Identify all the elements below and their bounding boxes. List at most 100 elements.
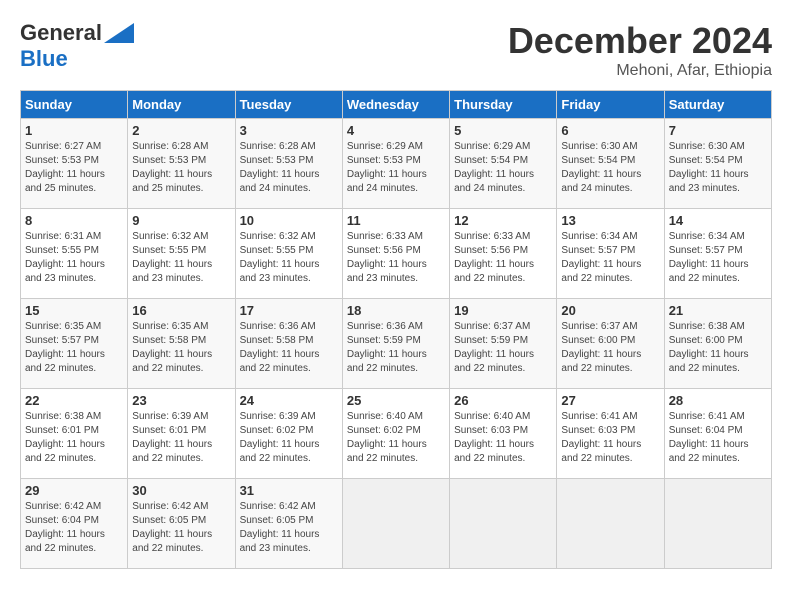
day-number: 6	[561, 123, 659, 138]
day-info: Sunrise: 6:35 AM Sunset: 5:57 PM Dayligh…	[25, 320, 123, 376]
table-row: 28Sunrise: 6:41 AM Sunset: 6:04 PM Dayli…	[664, 389, 771, 479]
day-info: Sunrise: 6:32 AM Sunset: 5:55 PM Dayligh…	[240, 230, 338, 286]
day-number: 31	[240, 483, 338, 498]
day-info: Sunrise: 6:28 AM Sunset: 5:53 PM Dayligh…	[132, 140, 230, 196]
day-info: Sunrise: 6:40 AM Sunset: 6:02 PM Dayligh…	[347, 410, 445, 466]
table-row: 13 Sunrise: 6:34 AM Sunset: 5:57 PM Dayli…	[557, 209, 664, 299]
table-row: 15 Sunrise: 6:35 AM Sunset: 5:57 PM Dayli…	[21, 299, 128, 389]
day-number: 22	[25, 393, 123, 408]
table-row: 3 Sunrise: 6:28 AM Sunset: 5:53 PM Daylig…	[235, 119, 342, 209]
table-row: 9Sunrise: 6:32 AM Sunset: 5:55 PM Daylig…	[128, 209, 235, 299]
day-number: 1	[25, 123, 123, 138]
day-number: 11	[347, 213, 445, 228]
calendar-week-row: 15 Sunrise: 6:35 AM Sunset: 5:57 PM Dayli…	[21, 299, 772, 389]
day-number: 12	[454, 213, 552, 228]
day-info: Sunrise: 6:33 AM Sunset: 5:56 PM Dayligh…	[454, 230, 552, 286]
day-number: 4	[347, 123, 445, 138]
day-info: Sunrise: 6:42 AM Sunset: 6:04 PM Dayligh…	[25, 500, 123, 556]
day-info: Sunrise: 6:40 AM Sunset: 6:03 PM Dayligh…	[454, 410, 552, 466]
day-number: 21	[669, 303, 767, 318]
day-number: 14	[669, 213, 767, 228]
table-row: 23Sunrise: 6:39 AM Sunset: 6:01 PM Dayli…	[128, 389, 235, 479]
table-row: 18Sunrise: 6:36 AM Sunset: 5:59 PM Dayli…	[342, 299, 449, 389]
location-text: Mehoni, Afar, Ethiopia	[508, 62, 772, 80]
day-info: Sunrise: 6:34 AM Sunset: 5:57 PM Dayligh…	[561, 230, 659, 286]
table-row: 25 Sunrise: 6:40 AM Sunset: 6:02 PM Dayli…	[342, 389, 449, 479]
day-number: 24	[240, 393, 338, 408]
day-number: 18	[347, 303, 445, 318]
logo-icon	[104, 23, 134, 43]
day-number: 20	[561, 303, 659, 318]
table-row: 8 Sunrise: 6:31 AM Sunset: 5:55 PM Daylig…	[21, 209, 128, 299]
table-row: 12 Sunrise: 6:33 AM Sunset: 5:56 PM Dayli…	[450, 209, 557, 299]
day-number: 5	[454, 123, 552, 138]
day-number: 28	[669, 393, 767, 408]
day-number: 3	[240, 123, 338, 138]
table-row: 17Sunrise: 6:36 AM Sunset: 5:58 PM Dayli…	[235, 299, 342, 389]
table-row: 19 Sunrise: 6:37 AM Sunset: 5:59 PM Dayli…	[450, 299, 557, 389]
day-info: Sunrise: 6:41 AM Sunset: 6:03 PM Dayligh…	[561, 410, 659, 466]
table-row: 27 Sunrise: 6:41 AM Sunset: 6:03 PM Dayli…	[557, 389, 664, 479]
day-number: 2	[132, 123, 230, 138]
day-info: Sunrise: 6:35 AM Sunset: 5:58 PM Dayligh…	[132, 320, 230, 376]
table-row: 20 Sunrise: 6:37 AM Sunset: 6:00 PM Dayli…	[557, 299, 664, 389]
table-row	[664, 479, 771, 569]
table-row: 5 Sunrise: 6:29 AM Sunset: 5:54 PM Daylig…	[450, 119, 557, 209]
day-info: Sunrise: 6:27 AM Sunset: 5:53 PM Dayligh…	[25, 140, 123, 196]
day-info: Sunrise: 6:30 AM Sunset: 5:54 PM Dayligh…	[669, 140, 767, 196]
day-number: 19	[454, 303, 552, 318]
day-info: Sunrise: 6:39 AM Sunset: 6:01 PM Dayligh…	[132, 410, 230, 466]
col-saturday: Saturday	[664, 91, 771, 119]
day-info: Sunrise: 6:31 AM Sunset: 5:55 PM Dayligh…	[25, 230, 123, 286]
day-number: 13	[561, 213, 659, 228]
day-info: Sunrise: 6:38 AM Sunset: 6:01 PM Dayligh…	[25, 410, 123, 466]
col-monday: Monday	[128, 91, 235, 119]
day-number: 10	[240, 213, 338, 228]
day-number: 30	[132, 483, 230, 498]
day-info: Sunrise: 6:29 AM Sunset: 5:53 PM Dayligh…	[347, 140, 445, 196]
table-row: 26Sunrise: 6:40 AM Sunset: 6:03 PM Dayli…	[450, 389, 557, 479]
day-info: Sunrise: 6:42 AM Sunset: 6:05 PM Dayligh…	[240, 500, 338, 556]
calendar-week-row: 8 Sunrise: 6:31 AM Sunset: 5:55 PM Daylig…	[21, 209, 772, 299]
day-number: 25	[347, 393, 445, 408]
day-number: 27	[561, 393, 659, 408]
day-info: Sunrise: 6:37 AM Sunset: 6:00 PM Dayligh…	[561, 320, 659, 376]
day-info: Sunrise: 6:28 AM Sunset: 5:53 PM Dayligh…	[240, 140, 338, 196]
calendar-week-row: 1 Sunrise: 6:27 AM Sunset: 5:53 PM Daylig…	[21, 119, 772, 209]
table-row: 14 Sunrise: 6:34 AM Sunset: 5:57 PM Dayli…	[664, 209, 771, 299]
table-row: 4 Sunrise: 6:29 AM Sunset: 5:53 PM Daylig…	[342, 119, 449, 209]
day-info: Sunrise: 6:38 AM Sunset: 6:00 PM Dayligh…	[669, 320, 767, 376]
day-info: Sunrise: 6:30 AM Sunset: 5:54 PM Dayligh…	[561, 140, 659, 196]
day-number: 17	[240, 303, 338, 318]
day-info: Sunrise: 6:29 AM Sunset: 5:54 PM Dayligh…	[454, 140, 552, 196]
day-info: Sunrise: 6:34 AM Sunset: 5:57 PM Dayligh…	[669, 230, 767, 286]
day-info: Sunrise: 6:32 AM Sunset: 5:55 PM Dayligh…	[132, 230, 230, 286]
table-row: 1 Sunrise: 6:27 AM Sunset: 5:53 PM Daylig…	[21, 119, 128, 209]
day-number: 16	[132, 303, 230, 318]
day-number: 8	[25, 213, 123, 228]
day-number: 29	[25, 483, 123, 498]
table-row	[557, 479, 664, 569]
calendar-week-row: 22 Sunrise: 6:38 AM Sunset: 6:01 PM Dayli…	[21, 389, 772, 479]
month-year-title: December 2024	[508, 20, 772, 62]
table-row	[450, 479, 557, 569]
day-info: Sunrise: 6:33 AM Sunset: 5:56 PM Dayligh…	[347, 230, 445, 286]
table-row	[342, 479, 449, 569]
day-number: 15	[25, 303, 123, 318]
page-header: General Blue December 2024 Mehoni, Afar,…	[20, 20, 772, 80]
calendar-header-row: Sunday Monday Tuesday Wednesday Thursday…	[21, 91, 772, 119]
col-wednesday: Wednesday	[342, 91, 449, 119]
title-section: December 2024 Mehoni, Afar, Ethiopia	[508, 20, 772, 80]
table-row: 2 Sunrise: 6:28 AM Sunset: 5:53 PM Daylig…	[128, 119, 235, 209]
col-sunday: Sunday	[21, 91, 128, 119]
table-row: 6 Sunrise: 6:30 AM Sunset: 5:54 PM Daylig…	[557, 119, 664, 209]
table-row: 21 Sunrise: 6:38 AM Sunset: 6:00 PM Dayli…	[664, 299, 771, 389]
table-row: 10 Sunrise: 6:32 AM Sunset: 5:55 PM Dayli…	[235, 209, 342, 299]
table-row: 22 Sunrise: 6:38 AM Sunset: 6:01 PM Dayli…	[21, 389, 128, 479]
table-row: 11 Sunrise: 6:33 AM Sunset: 5:56 PM Dayli…	[342, 209, 449, 299]
table-row: 16 Sunrise: 6:35 AM Sunset: 5:58 PM Dayli…	[128, 299, 235, 389]
day-info: Sunrise: 6:37 AM Sunset: 5:59 PM Dayligh…	[454, 320, 552, 376]
day-number: 7	[669, 123, 767, 138]
logo: General Blue	[20, 20, 134, 72]
logo-blue-text: Blue	[20, 46, 68, 72]
